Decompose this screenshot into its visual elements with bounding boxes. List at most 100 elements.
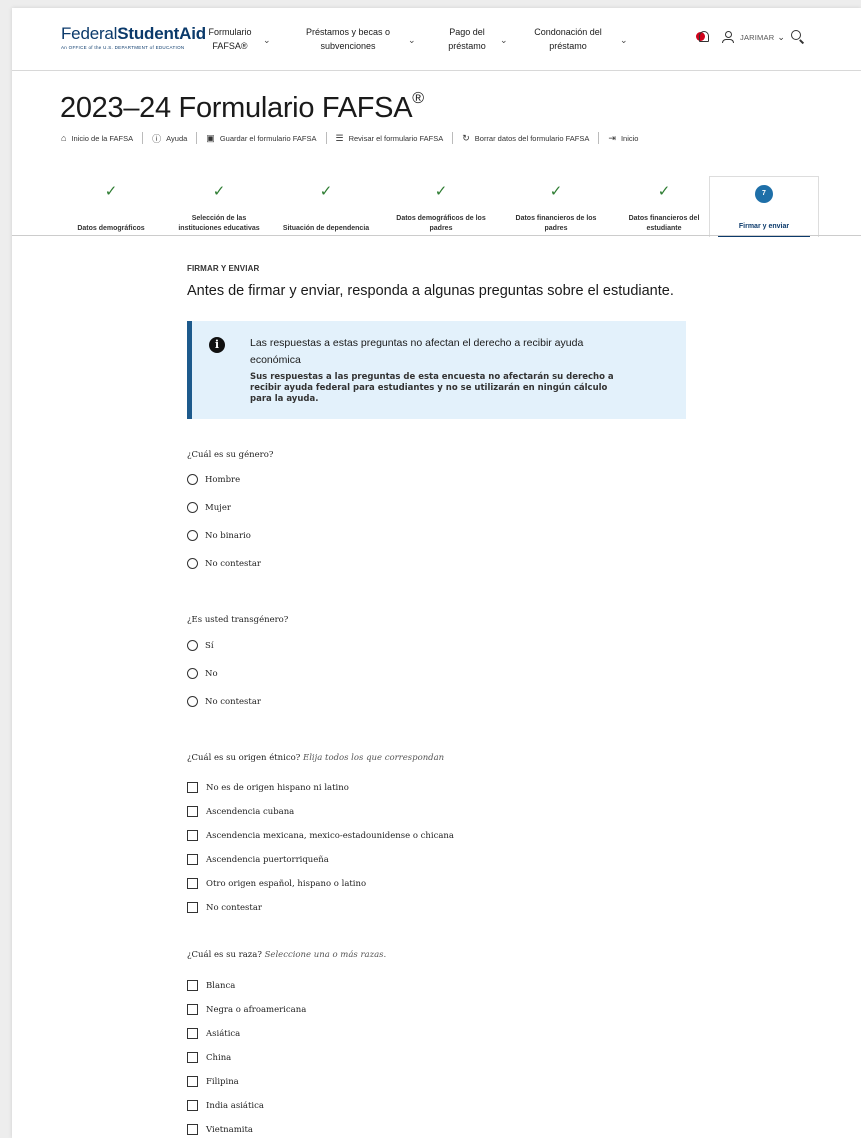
radio-gender-no-contestar[interactable]: No contestar — [187, 558, 261, 569]
section-label: FIRMAR Y ENVIAR — [187, 264, 260, 273]
toolbar-review[interactable]: ☰ Revisar el formulario FAFSA — [327, 132, 454, 144]
checkbox[interactable] — [187, 980, 198, 991]
step-6[interactable]: ✓ Datos financieros del estudiante — [614, 176, 714, 236]
radio-button[interactable] — [187, 696, 198, 707]
option-label: No contestar — [205, 696, 261, 707]
chevron-down-icon: ⌄ — [263, 35, 271, 45]
checkbox-race-7[interactable]: Vietnamita — [187, 1124, 253, 1135]
section-heading: Antes de firmar y enviar, responda a alg… — [187, 283, 674, 299]
checkbox-race-6[interactable]: India asiática — [187, 1100, 264, 1111]
step-3[interactable]: ✓ Situación de dependencia — [276, 176, 376, 236]
radio-gender-no-binario[interactable]: No binario — [187, 530, 251, 541]
toolbar-help[interactable]: ⓘ Ayuda — [143, 132, 198, 144]
checkbox-ethnic-3[interactable]: Ascendencia mexicana, mexico-estadounide… — [187, 830, 454, 841]
nav-forgiveness[interactable]: Condonación del préstamo ⌄ — [528, 25, 627, 53]
checkbox-ethnic-5[interactable]: Otro origen español, hispano o latino — [187, 878, 366, 889]
checkbox-ethnic-2[interactable]: Ascendencia cubana — [187, 806, 294, 817]
nav-repay-line2: préstamo — [448, 41, 486, 51]
toolbar-help-label: Ayuda — [166, 133, 188, 143]
radio-button[interactable] — [187, 640, 198, 651]
nav-repay-line1: Pago del — [449, 27, 485, 37]
chevron-down-icon: ⌄ — [620, 35, 628, 45]
checkbox-ethnic-1[interactable]: No es de origen hispano ni latino — [187, 782, 349, 793]
nav-forgiveness-line2: préstamo — [549, 41, 587, 51]
radio-trans-si[interactable]: Sí — [187, 640, 214, 651]
progress-steps: ✓ Datos demográficos ✓ Selección de las i… — [61, 176, 819, 237]
toolbar-home[interactable]: ⌂ Inicio de la FAFSA — [61, 132, 144, 144]
toolbar-save-label: Guardar el formulario FAFSA — [219, 133, 317, 143]
option-label: Blanca — [206, 980, 236, 991]
checkbox[interactable] — [187, 806, 198, 817]
step-4[interactable]: ✓ Datos demográficos de los padres — [386, 176, 496, 236]
search-icon[interactable] — [790, 30, 805, 44]
step-label-line2: padres — [429, 225, 453, 232]
nav-fafsa[interactable]: Formulario FAFSA® ⌄ — [205, 25, 270, 53]
radio-trans-no[interactable]: No — [187, 668, 218, 679]
checkbox-race-3[interactable]: Asiática — [187, 1028, 240, 1039]
radio-gender-hombre[interactable]: Hombre — [187, 474, 240, 485]
checkbox[interactable] — [187, 1004, 198, 1015]
nav-loans-line1: Préstamos y becas o — [305, 27, 391, 37]
steps-divider — [12, 235, 861, 236]
info-title: Las respuestas a estas preguntas no afec… — [250, 337, 584, 366]
nav-loans[interactable]: Préstamos y becas o subvenciones ⌄ — [298, 25, 416, 53]
chevron-down-icon: ⌄ — [777, 31, 785, 42]
step-label-line2: Datos demográficos — [77, 225, 145, 232]
logo[interactable]: FederalStudentAid An OFFICE of the U.S. … — [61, 24, 206, 50]
checkbox-race-2[interactable]: Negra o afroamericana — [187, 1004, 306, 1015]
list-icon: ☰ — [335, 132, 344, 143]
step-label-line2: estudiante — [646, 225, 682, 232]
step-label-line1: Selección de las — [191, 215, 247, 222]
toolbar-clear[interactable]: ↻ Borrar datos del formulario FAFSA — [453, 132, 600, 144]
radio-button[interactable] — [187, 502, 198, 513]
radio-button[interactable] — [187, 668, 198, 679]
step-label: Firmar y enviar — [738, 223, 790, 230]
checkbox[interactable] — [187, 1028, 198, 1039]
checkbox[interactable] — [187, 782, 198, 793]
radio-button[interactable] — [187, 530, 198, 541]
checkbox[interactable] — [187, 1100, 198, 1111]
option-label: India asiática — [206, 1100, 264, 1111]
checkbox[interactable] — [187, 902, 198, 913]
radio-trans-no-contestar[interactable]: No contestar — [187, 696, 261, 707]
checkbox-race-5[interactable]: Filipina — [187, 1076, 239, 1087]
option-label: Sí — [205, 640, 214, 651]
nav-repay[interactable]: Pago del préstamo ⌄ — [442, 25, 507, 53]
toolbar-logout[interactable]: ⇥ Inicio — [599, 132, 647, 144]
notification-bell-icon[interactable] — [696, 31, 709, 43]
checkmark-icon: ✓ — [434, 183, 448, 200]
radio-button[interactable] — [187, 474, 198, 485]
checkbox[interactable] — [187, 1052, 198, 1063]
step-1[interactable]: ✓ Datos demográficos — [61, 176, 161, 236]
question-ethnicity-hint: Elija todos los que correspondan — [302, 753, 445, 763]
checkbox[interactable] — [187, 854, 198, 865]
question-race-hint: Seleccione una o más razas. — [264, 950, 387, 960]
question-gender: ¿Cuál es su género? — [187, 450, 274, 460]
save-icon: ▣ — [206, 132, 215, 143]
checkbox-race-1[interactable]: Blanca — [187, 980, 235, 991]
checkbox[interactable] — [187, 878, 198, 889]
checkbox-race-4[interactable]: China — [187, 1052, 231, 1063]
user-menu[interactable]: JARIMAR ⌄ — [722, 31, 785, 43]
toolbar-review-label: Revisar el formulario FAFSA — [348, 133, 444, 143]
user-icon — [722, 31, 734, 43]
checkbox-ethnic-6[interactable]: No contestar — [187, 902, 262, 913]
nav-fafsa-line2: FAFSA® — [212, 41, 248, 51]
radio-button[interactable] — [187, 558, 198, 569]
checkmark-icon: ✓ — [104, 183, 118, 200]
radio-gender-mujer[interactable]: Mujer — [187, 502, 231, 513]
checkbox-ethnic-4[interactable]: Ascendencia puertorriqueña — [187, 854, 329, 865]
checkbox[interactable] — [187, 830, 198, 841]
step-2[interactable]: ✓ Selección de las instituciones educativ… — [169, 176, 269, 236]
info-icon: i — [209, 337, 225, 353]
step-5[interactable]: ✓ Datos financieros de los padres — [501, 176, 611, 236]
option-label: Ascendencia mexicana, mexico-estadounide… — [206, 830, 454, 841]
step-7-active[interactable]: 7 Firmar y enviar — [709, 176, 819, 237]
checkbox[interactable] — [187, 1124, 198, 1135]
help-icon: ⓘ — [152, 133, 162, 144]
checkbox[interactable] — [187, 1076, 198, 1087]
toolbar-save[interactable]: ▣ Guardar el formulario FAFSA — [197, 132, 327, 144]
option-label: Ascendencia cubana — [206, 806, 295, 817]
nav-forgiveness-line1: Condonación del — [534, 27, 602, 37]
home-icon: ⌂ — [61, 133, 67, 143]
